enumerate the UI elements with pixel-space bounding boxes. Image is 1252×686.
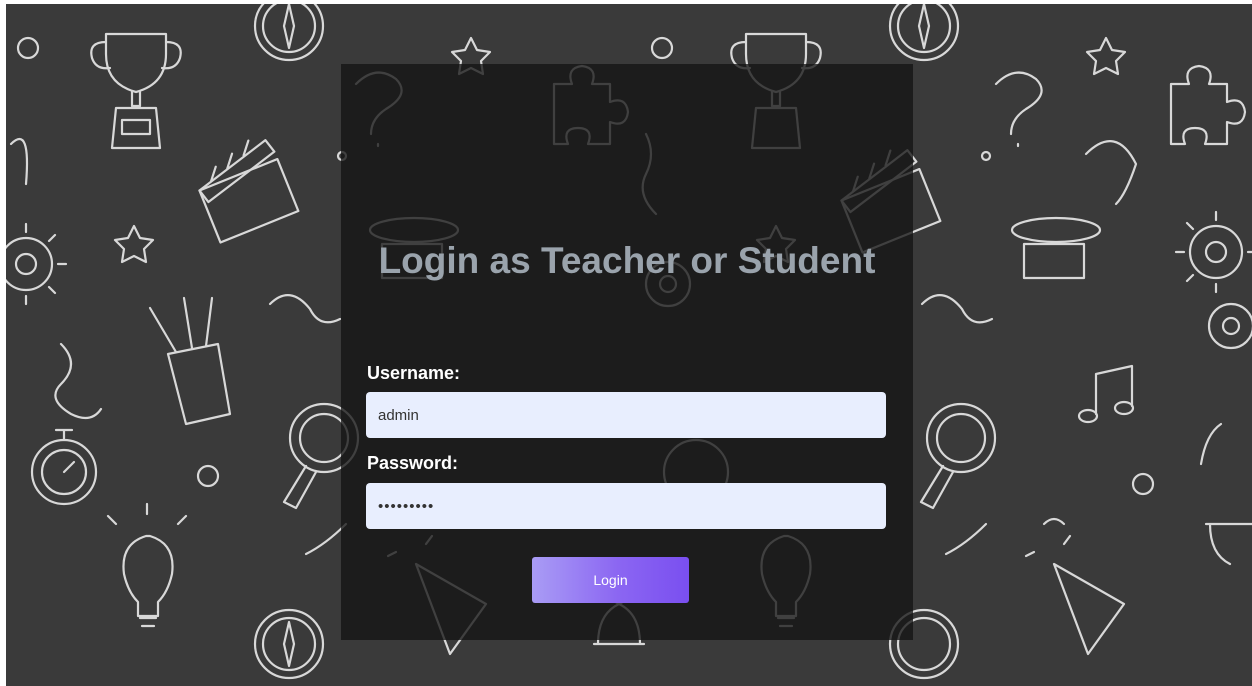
password-label: Password: <box>367 453 459 473</box>
ribbon-icon <box>54 342 103 420</box>
circle-icon <box>980 150 992 162</box>
gear-icon <box>6 222 68 306</box>
ribbon-icon <box>268 294 342 324</box>
login-title: Login as Teacher or Student <box>378 240 876 281</box>
music-note-icon <box>1077 364 1135 424</box>
clapperboard-icon <box>198 139 300 244</box>
login-panel: Login as Teacher or Student Username: Pa… <box>341 64 913 640</box>
gear-icon <box>1207 302 1252 350</box>
ribbon-icon <box>1199 422 1223 466</box>
lightbulb-icon <box>106 502 188 628</box>
party-popper-icon <box>1024 517 1126 656</box>
question-mark-icon <box>994 71 1043 148</box>
gear-icon <box>1174 210 1252 294</box>
ribbon-icon <box>944 522 988 556</box>
login-page: Login as Teacher or Student Username: Pa… <box>6 4 1252 686</box>
circle-icon <box>16 36 40 60</box>
trophy-icon <box>1010 216 1102 280</box>
login-button[interactable]: Login <box>532 557 689 603</box>
star-icon <box>1085 36 1127 76</box>
pencil-cup-icon <box>148 296 232 426</box>
trophy-icon <box>90 32 182 150</box>
ribbon-icon <box>304 522 348 556</box>
circle-icon <box>196 464 220 488</box>
password-input[interactable] <box>366 483 886 529</box>
compass-icon <box>253 4 325 62</box>
compass-icon <box>888 4 960 62</box>
circle-icon <box>650 36 674 60</box>
compass-icon <box>253 608 325 680</box>
stopwatch-icon <box>30 428 98 506</box>
ribbon-icon <box>920 294 994 324</box>
username-input[interactable] <box>366 392 886 438</box>
hourglass-icon <box>1204 522 1252 566</box>
circle-icon <box>1131 472 1155 496</box>
star-icon <box>113 224 155 264</box>
puzzle-icon <box>1169 64 1247 146</box>
ribbon-icon <box>9 137 29 186</box>
username-label: Username: <box>367 363 461 383</box>
ribbon-icon <box>1084 140 1138 206</box>
magnifier-icon <box>919 402 997 510</box>
